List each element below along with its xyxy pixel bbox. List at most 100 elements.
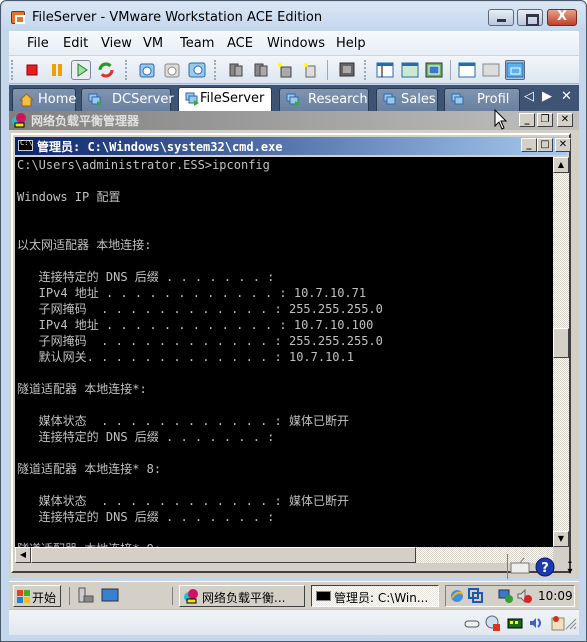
removable-device-button[interactable] xyxy=(300,60,320,80)
toolbar-grip[interactable] xyxy=(214,60,217,80)
snapshot-icon xyxy=(139,63,155,78)
tab-close-icon[interactable]: ✕ xyxy=(561,89,572,104)
unity-button[interactable] xyxy=(505,60,525,80)
show-desktop-icon[interactable] xyxy=(101,587,119,604)
scroll-left-button[interactable]: ◀ xyxy=(15,547,31,563)
vm-icon xyxy=(451,93,464,105)
power-off-button[interactable] xyxy=(22,60,42,80)
ace-policies-button[interactable] xyxy=(457,60,477,80)
scroll-down-button[interactable]: ▼ xyxy=(553,531,569,547)
scroll-up-button[interactable]: ▲ xyxy=(553,157,569,173)
take-snapshot-button[interactable] xyxy=(137,60,157,80)
full-screen-button[interactable] xyxy=(424,60,444,80)
horizontal-scroll-thumb[interactable] xyxy=(31,547,416,563)
tab-prev-arrow-icon[interactable]: ◁ xyxy=(524,89,534,104)
policies-icon xyxy=(458,62,476,78)
quick-switch-icon xyxy=(401,62,419,78)
guest-screen[interactable]: 网络负载平衡管理器 _ ❐ ✕ 管理员: C:\Windows\system32… xyxy=(9,109,579,578)
task-nlb-manager[interactable]: 网络负载平衡... xyxy=(179,585,305,607)
team-button-1[interactable] xyxy=(226,60,246,80)
close-button[interactable]: X xyxy=(547,9,577,26)
sound-icon[interactable] xyxy=(528,615,544,631)
mouse-cursor-icon xyxy=(494,109,508,130)
reset-button[interactable] xyxy=(96,60,116,80)
vmware-tools-icon[interactable] xyxy=(468,588,484,604)
cmd-minimize-button[interactable]: _ xyxy=(521,138,537,152)
tab-home[interactable]: Home xyxy=(12,88,76,111)
menu-team[interactable]: Team xyxy=(180,36,214,51)
menu-file[interactable]: File xyxy=(27,36,49,51)
cmd-close-button[interactable]: ✕ xyxy=(555,138,571,152)
menu-ace[interactable]: ACE xyxy=(227,36,253,51)
nlb-close-button[interactable]: ✕ xyxy=(557,113,573,127)
quick-switch-button[interactable] xyxy=(400,60,420,80)
resize-grip-icon[interactable] xyxy=(565,618,581,634)
volume-muted-icon[interactable] xyxy=(516,588,532,604)
ace-package-button[interactable] xyxy=(481,60,501,80)
show-sidebar-button[interactable] xyxy=(375,60,395,80)
vm-icon xyxy=(286,93,300,107)
network-adapter-icon[interactable] xyxy=(507,615,523,631)
nlb-restore-button[interactable]: ❐ xyxy=(537,113,553,127)
server-manager-icon[interactable] xyxy=(77,587,94,604)
menu-edit[interactable]: Edit xyxy=(63,36,88,51)
cmd-title-bar: 管理员: C:\Windows\system32\cmd.exe _ □ ✕ xyxy=(15,137,571,155)
menu-help[interactable]: Help xyxy=(336,36,366,51)
suspend-button[interactable] xyxy=(47,60,67,80)
help-button[interactable]: ? xyxy=(534,556,556,578)
task-cmd[interactable]: 管理员: C:\Win... xyxy=(311,585,439,607)
reset-icon xyxy=(98,62,114,78)
guest-taskbar: 开始 网络负载平衡... 管理员: C:\Win... 10:09 xyxy=(9,581,579,609)
ie-icon[interactable] xyxy=(449,588,465,604)
power-on-button[interactable] xyxy=(71,60,91,80)
full-screen-icon xyxy=(425,62,443,78)
menu-vm[interactable]: VM xyxy=(143,36,163,51)
tab-profil[interactable]: Profil xyxy=(444,88,520,111)
sidebar-icon xyxy=(376,62,394,78)
overflow-menu-button[interactable]: - ▾ xyxy=(563,558,577,578)
message-log-icon[interactable] xyxy=(550,615,566,631)
console-output[interactable]: C:\Users\administrator.ESS>ipconfig Wind… xyxy=(15,157,553,547)
start-button[interactable]: 开始 xyxy=(13,585,61,607)
add-vm-icon xyxy=(278,63,292,78)
windows-logo-icon xyxy=(17,590,30,603)
usb-icon xyxy=(304,63,316,78)
vertical-scroll-thumb[interactable] xyxy=(553,328,569,358)
toolbar-grip[interactable] xyxy=(364,60,367,80)
tab-dcserver[interactable]: DCServer xyxy=(81,88,174,111)
revert-snapshot-button[interactable] xyxy=(162,60,182,80)
hard-disk-icon[interactable] xyxy=(464,615,480,631)
keyboard-icon xyxy=(510,557,530,574)
tab-fileserver[interactable]: FileServer xyxy=(178,87,272,111)
team-button-2[interactable] xyxy=(251,60,271,80)
toolbar-grip[interactable] xyxy=(11,60,14,80)
vmware-app-icon xyxy=(11,11,25,24)
add-vm-button[interactable] xyxy=(275,60,295,80)
tab-next-arrow-icon[interactable]: ▶ xyxy=(542,89,552,104)
home-icon xyxy=(19,93,34,107)
capture-button[interactable] xyxy=(337,60,357,80)
tab-research[interactable]: Research xyxy=(279,88,369,111)
keyboard-button[interactable] xyxy=(507,554,532,579)
close-icon: X xyxy=(556,9,568,24)
minimize-button[interactable] xyxy=(488,9,514,26)
vertical-scrollbar[interactable]: ▲ ▼ xyxy=(553,157,569,547)
maximize-button[interactable] xyxy=(517,9,543,26)
nlb-minimize-button[interactable]: _ xyxy=(519,113,535,127)
network-icon[interactable] xyxy=(498,588,514,604)
console-text: C:\Users\administrator.ESS>ipconfig Wind… xyxy=(17,158,383,547)
cmd-title: 管理员: C:\Windows\system32\cmd.exe xyxy=(37,140,283,154)
vm-icon xyxy=(185,92,199,106)
menu-view[interactable]: View xyxy=(101,36,132,51)
horizontal-scrollbar[interactable]: ◀ xyxy=(15,547,553,563)
window-title: FileServer - VMware Workstation ACE Edit… xyxy=(32,10,323,25)
toolbar-grip[interactable] xyxy=(125,60,128,80)
cd-rom-disconnected-icon[interactable] xyxy=(485,615,501,631)
cmd-maximize-button[interactable]: □ xyxy=(537,138,553,152)
team-icon xyxy=(229,63,243,77)
menu-windows[interactable]: Windows xyxy=(267,36,325,51)
snapshot-manager-button[interactable] xyxy=(187,60,207,80)
menu-bar: File Edit View VM Team ACE Windows Help xyxy=(9,31,579,55)
tab-sales[interactable]: Sales xyxy=(376,88,438,111)
package-icon xyxy=(482,63,500,77)
